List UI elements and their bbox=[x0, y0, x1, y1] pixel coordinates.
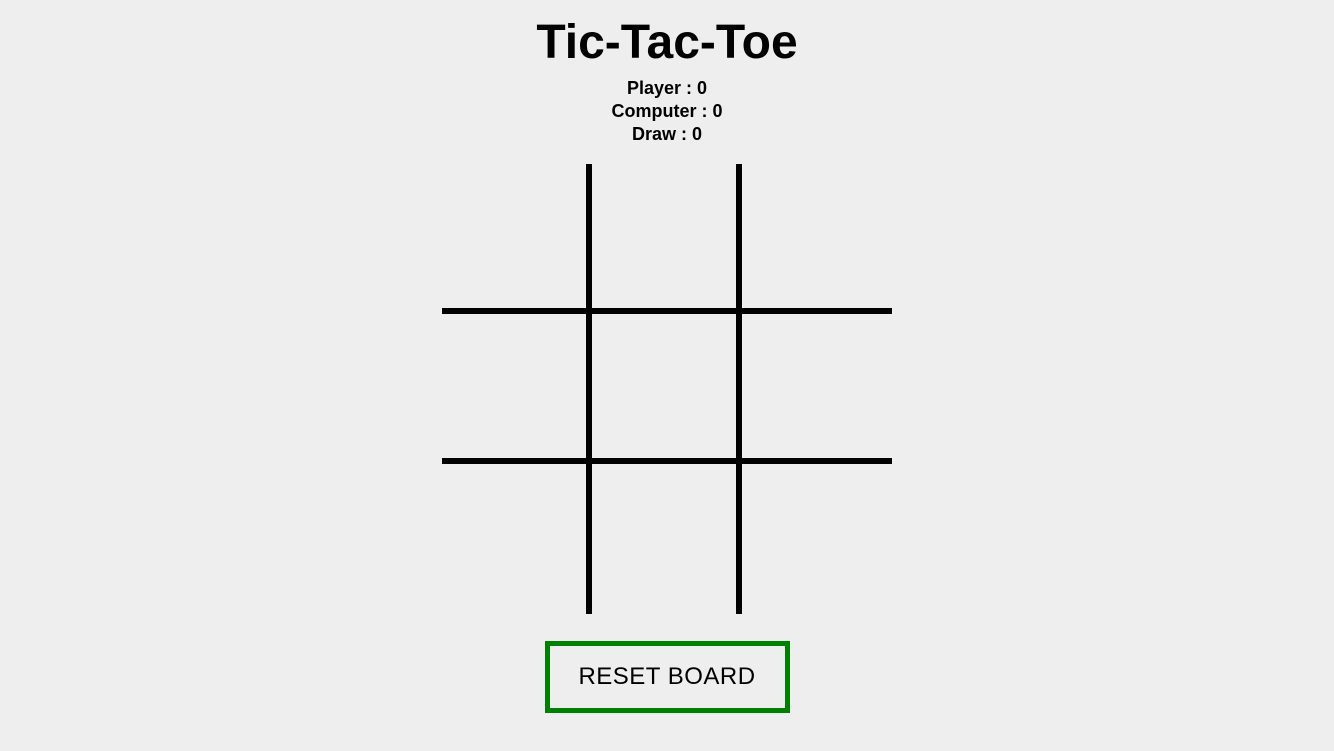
score-draw: Draw : 0 bbox=[631, 124, 702, 144]
board-cell-1[interactable] bbox=[592, 164, 742, 314]
board-cell-2[interactable] bbox=[742, 164, 892, 314]
board-cell-3[interactable] bbox=[442, 314, 592, 464]
board-cell-8[interactable] bbox=[742, 464, 892, 614]
board-cell-6[interactable] bbox=[442, 464, 592, 614]
reset-board-button[interactable]: RESET BOARD bbox=[544, 641, 790, 713]
scoreboard: Player : 0 Computer : 0 Draw : 0 bbox=[611, 77, 722, 146]
board-cell-0[interactable] bbox=[442, 164, 592, 314]
board-cell-4[interactable] bbox=[592, 314, 742, 464]
score-player: Player : 0 bbox=[626, 78, 708, 98]
page-title: Tic-Tac-Toe bbox=[536, 16, 798, 69]
reset-button-container: RESET BOARD bbox=[0, 641, 1334, 713]
score-computer: Computer : 0 bbox=[611, 101, 723, 121]
tic-tac-toe-board bbox=[442, 164, 892, 614]
board-cell-5[interactable] bbox=[742, 314, 892, 464]
board-container bbox=[442, 164, 892, 614]
board-cell-7[interactable] bbox=[592, 464, 742, 614]
